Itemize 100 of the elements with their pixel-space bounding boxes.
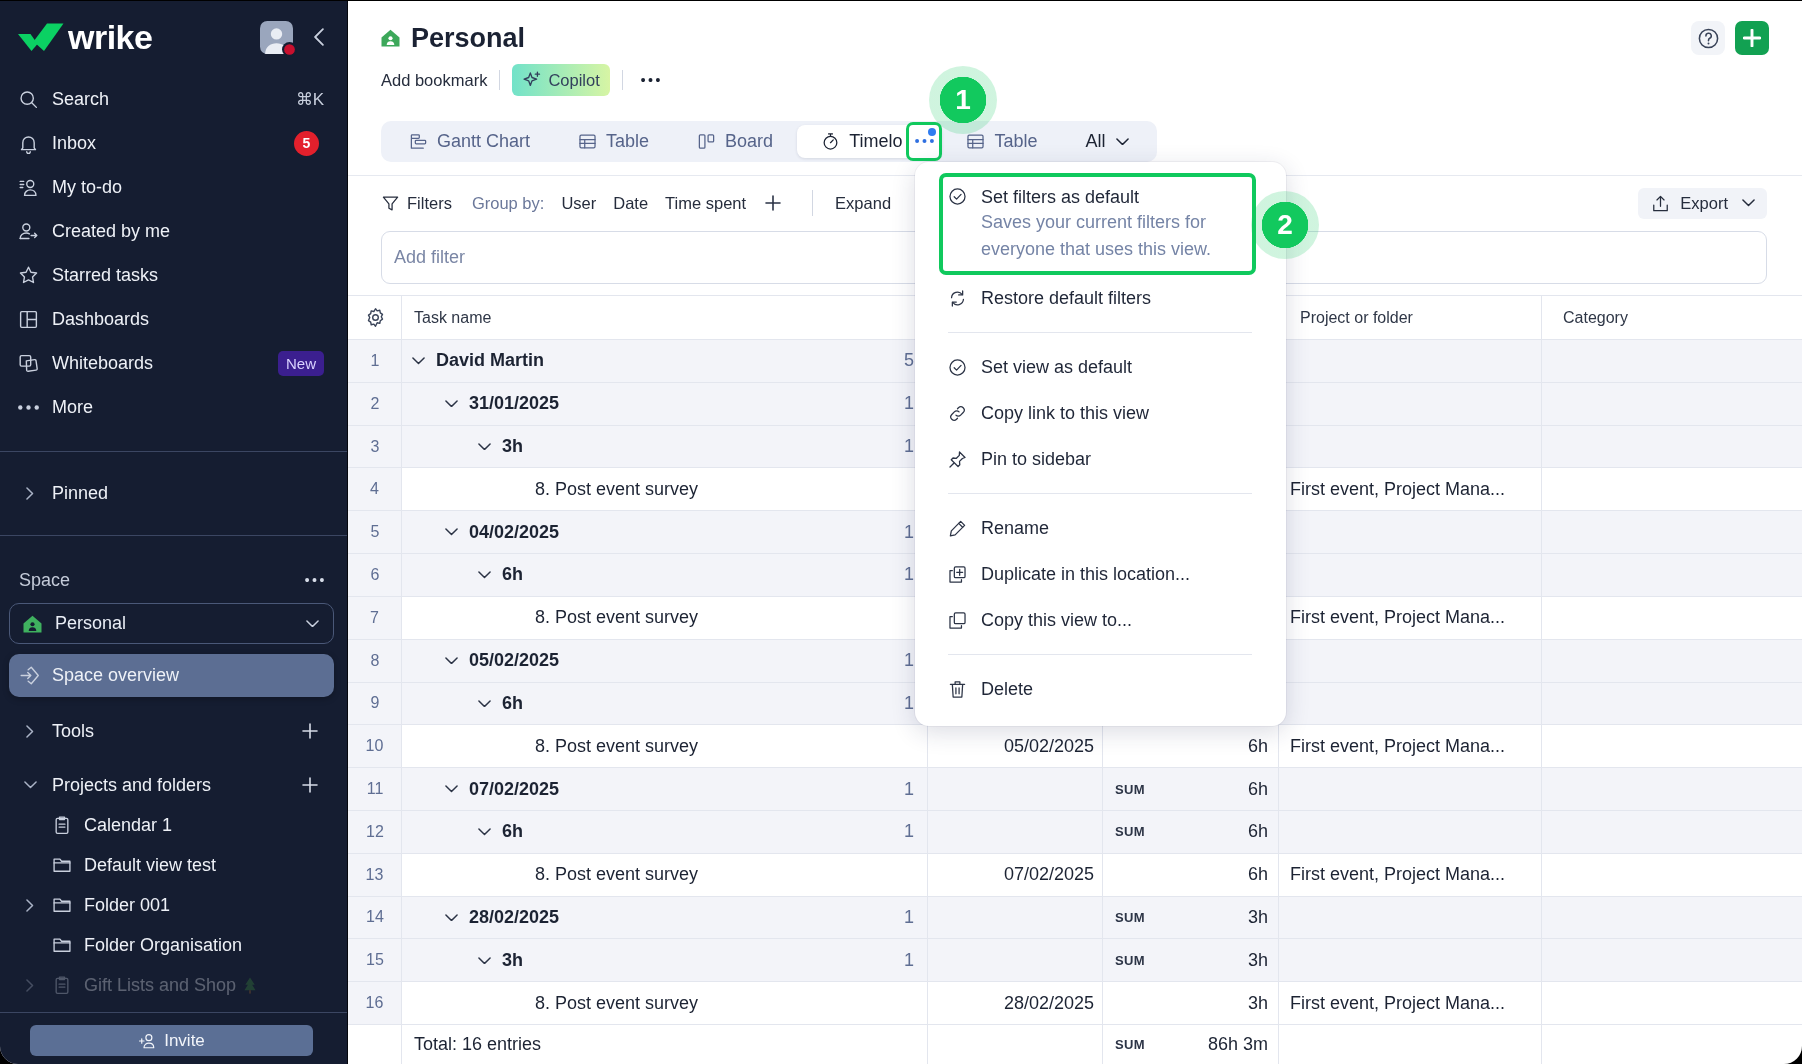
- menu-item[interactable]: Restore default filters: [939, 275, 1256, 321]
- add-button[interactable]: [301, 776, 319, 794]
- nav-item[interactable]: Starred tasks: [0, 253, 347, 297]
- chevron-down-icon[interactable]: [477, 442, 491, 451]
- pinned-section[interactable]: Pinned: [0, 473, 347, 513]
- time-value: 6h: [1247, 778, 1268, 800]
- view-tab[interactable]: All: [1061, 125, 1153, 158]
- nav-item[interactable]: More: [0, 385, 347, 429]
- add-bookmark-button[interactable]: Add bookmark: [381, 70, 488, 90]
- time-value: 3h: [1247, 949, 1268, 971]
- entry-count: 1: [904, 778, 914, 800]
- sidebar-item[interactable]: Space overview: [9, 654, 334, 697]
- view-tab[interactable]: Table: [554, 125, 674, 158]
- menu-item[interactable]: Copy link to this view: [939, 390, 1256, 436]
- group-by-option[interactable]: Time spent: [665, 193, 747, 213]
- export-button[interactable]: Export: [1638, 187, 1767, 219]
- filters-button[interactable]: Filters: [381, 193, 452, 213]
- space-selector[interactable]: Personal: [9, 603, 334, 644]
- table-icon: [966, 132, 986, 151]
- copilot-button[interactable]: Copilot: [512, 64, 610, 96]
- menu-item[interactable]: Delete: [939, 666, 1256, 712]
- chevron-down-icon[interactable]: [477, 571, 491, 579]
- chevron-down-icon[interactable]: [477, 828, 491, 836]
- task-name[interactable]: 8. Post event survey: [535, 864, 699, 886]
- menu-item[interactable]: Rename: [939, 505, 1256, 551]
- view-tab[interactable]: Gantt Chart: [385, 125, 555, 158]
- menu-item-description: Saves your current filters for everyone that uses this view.: [981, 211, 1213, 261]
- task-name[interactable]: 8. Post event survey: [535, 478, 699, 500]
- more-icon: [914, 139, 934, 144]
- group-label: 31/01/2025: [469, 393, 560, 415]
- chevron-right-icon: [26, 898, 34, 912]
- add-grouping-button[interactable]: [764, 194, 783, 212]
- logo-text[interactable]: wrike: [68, 20, 153, 54]
- time-total: 86h 3m: [1207, 1034, 1268, 1055]
- time-value: 3h: [1247, 992, 1268, 1014]
- task-name[interactable]: 8. Post event survey: [535, 992, 699, 1014]
- nav-item[interactable]: Whiteboards New: [0, 341, 347, 385]
- tree-item[interactable]: Folder Organisation: [0, 925, 347, 965]
- tree-item[interactable]: Tools: [0, 711, 347, 751]
- menu-item[interactable]: Copy this view to...: [939, 597, 1256, 643]
- add-person-icon: [138, 1031, 157, 1050]
- tree-item[interactable]: Folder 001: [0, 885, 347, 925]
- nav-item[interactable]: My to-do: [0, 165, 347, 209]
- menu-item[interactable]: Duplicate in this location...: [939, 551, 1256, 597]
- row-number: 5: [369, 522, 381, 543]
- column-header[interactable]: Category: [1553, 308, 1628, 327]
- chevron-down-icon[interactable]: [444, 913, 458, 922]
- menu-item[interactable]: Set filters as default Saves your current filters for everyone that uses this view.: [939, 173, 1256, 275]
- nav-item[interactable]: Created by me: [0, 209, 347, 253]
- task-name[interactable]: 8. Post event survey: [535, 735, 699, 757]
- chevron-down-icon: [1742, 199, 1755, 207]
- aggregate-label: SUM: [1115, 952, 1145, 968]
- nav-item[interactable]: Inbox 5: [0, 121, 347, 165]
- row-number: 4: [348, 468, 402, 511]
- chevron-down-icon[interactable]: [477, 956, 491, 965]
- view-options-button[interactable]: [906, 122, 943, 161]
- entry-count: 5: [904, 350, 914, 372]
- chevron-down-icon[interactable]: [411, 357, 425, 365]
- group-label: 6h: [502, 692, 523, 714]
- home-icon: [23, 614, 42, 633]
- aggregate-label: SUM: [1115, 824, 1145, 840]
- help-button[interactable]: [1691, 21, 1725, 55]
- column-header[interactable]: Task name: [402, 308, 492, 327]
- chevron-right-icon: [26, 978, 34, 992]
- search-icon: [18, 88, 39, 110]
- row-number: 10: [348, 725, 402, 768]
- dashboard-icon: [18, 308, 39, 330]
- invite-button[interactable]: Invite: [30, 1025, 313, 1056]
- menu-item[interactable]: Set view as default: [939, 344, 1256, 390]
- entry-count: 1: [904, 564, 914, 586]
- chevron-down-icon[interactable]: [477, 699, 491, 708]
- group-by-option[interactable]: Date: [613, 193, 649, 213]
- group-label: 04/02/2025: [469, 521, 560, 543]
- add-button[interactable]: [301, 722, 319, 740]
- chevron-down-icon[interactable]: [444, 656, 458, 665]
- nav-item[interactable]: Dashboards: [0, 297, 347, 341]
- plus-icon: [302, 723, 318, 739]
- tree-item[interactable]: Default view test: [0, 845, 347, 885]
- group-by-option[interactable]: User: [561, 193, 597, 213]
- view-tab[interactable]: Board: [673, 125, 798, 158]
- date-value: 07/02/2025: [1003, 864, 1094, 886]
- trash-icon: [948, 679, 967, 699]
- time-value: 6h: [1247, 864, 1268, 886]
- task-name[interactable]: 8. Post event survey: [535, 607, 699, 629]
- tree-item[interactable]: Projects and folders: [0, 765, 347, 805]
- row-number: 13: [348, 853, 402, 896]
- expand-button[interactable]: Expand: [835, 193, 892, 213]
- menu-item[interactable]: Pin to sidebar: [939, 436, 1256, 482]
- chevron-down-icon[interactable]: [444, 528, 458, 536]
- chevron-down-icon[interactable]: [444, 399, 458, 408]
- tree-item[interactable]: Calendar 1: [0, 805, 347, 845]
- row-number: 11: [365, 779, 385, 800]
- column-header[interactable]: Project or folder: [1290, 308, 1413, 327]
- plus-icon: [302, 777, 318, 793]
- project-name: First event, Project Mana...: [1290, 864, 1506, 886]
- chevron-down-icon[interactable]: [444, 785, 458, 793]
- unread-count-badge: 5: [294, 130, 319, 156]
- nav-item[interactable]: Search ⌘K: [0, 77, 347, 121]
- more-icon: [18, 404, 39, 410]
- project-name: First event, Project Mana...: [1290, 607, 1506, 629]
